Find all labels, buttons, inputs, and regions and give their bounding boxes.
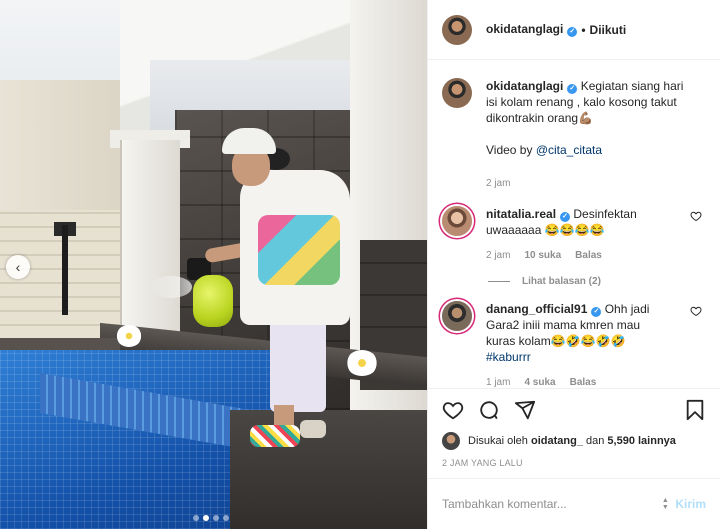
comment-meta: 2 jam 10 suka Balas [486, 248, 686, 264]
video-credit-prefix: Video by [486, 143, 536, 157]
comment-reply-button[interactable]: Balas [570, 375, 597, 388]
person-leg [274, 405, 294, 427]
comment-input[interactable] [442, 497, 660, 511]
post-media[interactable]: ‹ [0, 0, 427, 529]
carousel-dot-active [203, 515, 209, 521]
comment-text-line1: Ohh jadi [604, 302, 650, 316]
comment-time[interactable]: 2 jam [486, 248, 510, 264]
comment-reply-button[interactable]: Balas [575, 248, 602, 264]
comment-time[interactable]: 1 jam [486, 375, 510, 388]
header-separator: • [581, 22, 586, 37]
heart-icon[interactable] [442, 399, 464, 421]
bookmark-icon[interactable] [684, 399, 706, 421]
frangipani-flower [116, 325, 142, 347]
comment-body: nitatalia.real ✓ Desinfektan uwaaaaaa 😂😂😂… [486, 206, 706, 264]
post-comment-button[interactable]: Kirim [675, 497, 706, 511]
green-pressure-sprayer [193, 275, 233, 327]
post-side-panel: okidatanglagi ✓ • Diikuti okidatanglagi ✓ … [427, 0, 720, 529]
comment-text-line3: kuras kolam😂🤣😂🤣🤣 [486, 334, 626, 348]
comment-likes-count[interactable]: 4 suka [524, 375, 555, 388]
comment-heart-icon[interactable] [690, 305, 702, 317]
hashtag-link[interactable]: #kaburrr [486, 349, 686, 365]
carousel-dots [193, 515, 229, 521]
author-username[interactable]: okidatanglagi ✓ [486, 22, 578, 37]
frangipani-flower [346, 350, 378, 376]
commenter-username-text[interactable]: danang_official91 [486, 302, 587, 316]
carousel-prev-button[interactable]: ‹ [6, 255, 30, 279]
commenter-avatar[interactable] [442, 301, 472, 331]
likes-conjunction: dan [582, 435, 608, 447]
comment-meta: 1 jam 4 suka Balas [486, 375, 686, 388]
send-icon[interactable] [514, 399, 536, 421]
garden-lamp-post [62, 225, 68, 315]
likes-summary: Disukai oleh oidatang_ dan 5,590 lainnya [428, 430, 720, 452]
caption-body: okidatanglagi ✓ Kegiatan siang hari isi k… [486, 78, 706, 192]
comments-list[interactable]: okidatanglagi ✓ Kegiatan siang hari isi k… [428, 60, 720, 388]
person-shoe [300, 420, 326, 438]
comment-item: nitatalia.real ✓ Desinfektan uwaaaaaa 😂😂😂… [442, 206, 706, 264]
post-actions-bar [428, 388, 720, 430]
author-avatar[interactable] [442, 14, 472, 45]
person-shoe-colorful [250, 425, 300, 447]
caption-username[interactable]: okidatanglagi ✓ [486, 79, 578, 94]
comment-text-line2: Gara2 iniii mama kmren mau [486, 318, 641, 332]
commenter-username[interactable]: danang_official91 ✓ [486, 302, 602, 317]
follow-status-button[interactable]: Diikuti [590, 23, 627, 37]
verified-badge-icon: ✓ [591, 307, 602, 317]
caption-username-text[interactable]: okidatanglagi [486, 79, 563, 93]
replies-divider-line [488, 281, 510, 282]
author-username-text[interactable]: okidatanglagi [486, 22, 563, 36]
caption-text-line2: isi kolam renang , kalo kosong takut [486, 95, 677, 109]
commenter-username[interactable]: nitatalia.real ✓ [486, 207, 571, 222]
person-pants [270, 320, 326, 412]
post-container: ‹ okidatanglagi ✓ • Diikuti okidatanglagi… [0, 0, 720, 529]
liker-avatar[interactable] [442, 432, 460, 450]
comment-body: danang_official91 ✓ Ohh jadi Gara2 iniii … [486, 301, 706, 388]
commenter-avatar[interactable] [442, 206, 472, 236]
caption: okidatanglagi ✓ Kegiatan siang hari isi k… [442, 78, 706, 192]
comment-text-line2: uwaaaaaa 😂😂😂😂 [486, 223, 605, 237]
comment-likes-count[interactable]: 10 suka [524, 248, 561, 264]
caption-text-line1: Kegiatan siang hari [580, 79, 684, 93]
post-header: okidatanglagi ✓ • Diikuti [428, 0, 720, 60]
likes-prefix: Disukai oleh [468, 435, 531, 447]
carousel-dot [213, 515, 219, 521]
caption-meta: 2 jam [486, 176, 686, 192]
shirt-print [258, 215, 340, 285]
liked-by-username[interactable]: oidatang_ [531, 435, 583, 447]
caption-author-avatar[interactable] [442, 78, 472, 108]
comment-text-line1: Desinfektan [573, 207, 637, 221]
verified-badge-icon: ✓ [560, 212, 571, 222]
comment-heart-icon[interactable] [690, 210, 702, 222]
caption-video-credit: Video by @cita_citata [486, 142, 686, 158]
scroll-arrows-icon[interactable]: ▲ ▼ [659, 496, 671, 512]
verified-badge-icon: ✓ [567, 84, 578, 94]
verified-badge-icon: ✓ [567, 27, 578, 37]
comment-icon[interactable] [478, 399, 500, 421]
caption-time[interactable]: 2 jam [486, 176, 510, 192]
spray-mist [150, 276, 192, 298]
view-replies-button[interactable]: Lihat balasan (2) [488, 276, 706, 287]
post-time-ago[interactable]: 2 JAM YANG LALU [428, 452, 720, 479]
add-comment-form: ▲▼ Kirim [428, 479, 720, 529]
comment-item: danang_official91 ✓ Ohh jadi Gara2 iniii … [442, 301, 706, 388]
carousel-dot [223, 515, 229, 521]
caption-text-line3: dikontrakin orang💪🏽 [486, 111, 593, 125]
view-replies-label[interactable]: Lihat balasan (2) [522, 276, 601, 287]
mention-link[interactable]: @cita_citata [536, 143, 602, 157]
likes-others-count[interactable]: 5,590 lainnya [607, 435, 676, 447]
carousel-dot [193, 515, 199, 521]
commenter-username-text[interactable]: nitatalia.real [486, 207, 556, 221]
likes-text: Disukai oleh oidatang_ dan 5,590 lainnya [468, 435, 676, 447]
